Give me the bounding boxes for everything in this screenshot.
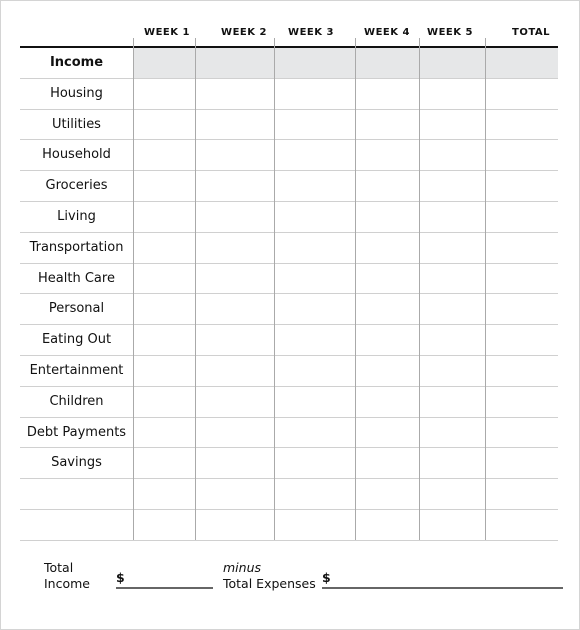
row-label: Transportation [29,239,124,255]
dollar-sign-expenses: $ [322,570,331,585]
column-header: TOTAL [512,27,550,38]
row-label: Household [42,147,111,163]
total-income-field[interactable] [116,587,213,589]
column-divider [355,38,356,540]
row-divider [20,539,558,541]
row-label: Utilities [52,116,101,132]
row-label: Debt Payments [26,424,127,440]
column-divider [274,38,275,540]
row-label: Eating Out [41,332,112,348]
column-divider [133,38,134,540]
total-income-label-2: Income [44,576,90,591]
column-divider [485,38,486,540]
row-label: Groceries [45,178,108,194]
total-income-label-1: Total [44,560,74,575]
row-label: Income [49,55,104,70]
row-label: Savings [51,455,102,471]
total-expenses-field[interactable] [322,587,563,589]
row-label: Health Care [38,270,115,286]
column-header: WEEK 2 [221,27,267,38]
column-header: WEEK 1 [144,27,190,38]
column-divider [419,38,420,540]
dollar-sign-income: $ [116,570,125,585]
column-header: WEEK 4 [364,27,410,38]
minus-label: minus [223,560,262,575]
column-header: WEEK 3 [288,27,334,38]
row-label [20,479,133,509]
row-label: Children [49,393,104,409]
row-label: Housing [50,85,103,101]
total-expenses-label: Total Expenses [223,576,316,591]
income-row-shading [134,48,558,78]
column-header: WEEK 5 [427,27,473,38]
row-label: Living [57,209,96,224]
row-label [20,510,133,540]
row-label: Personal [48,301,105,317]
row-label: Entertainment [29,363,124,378]
column-divider [195,38,196,540]
